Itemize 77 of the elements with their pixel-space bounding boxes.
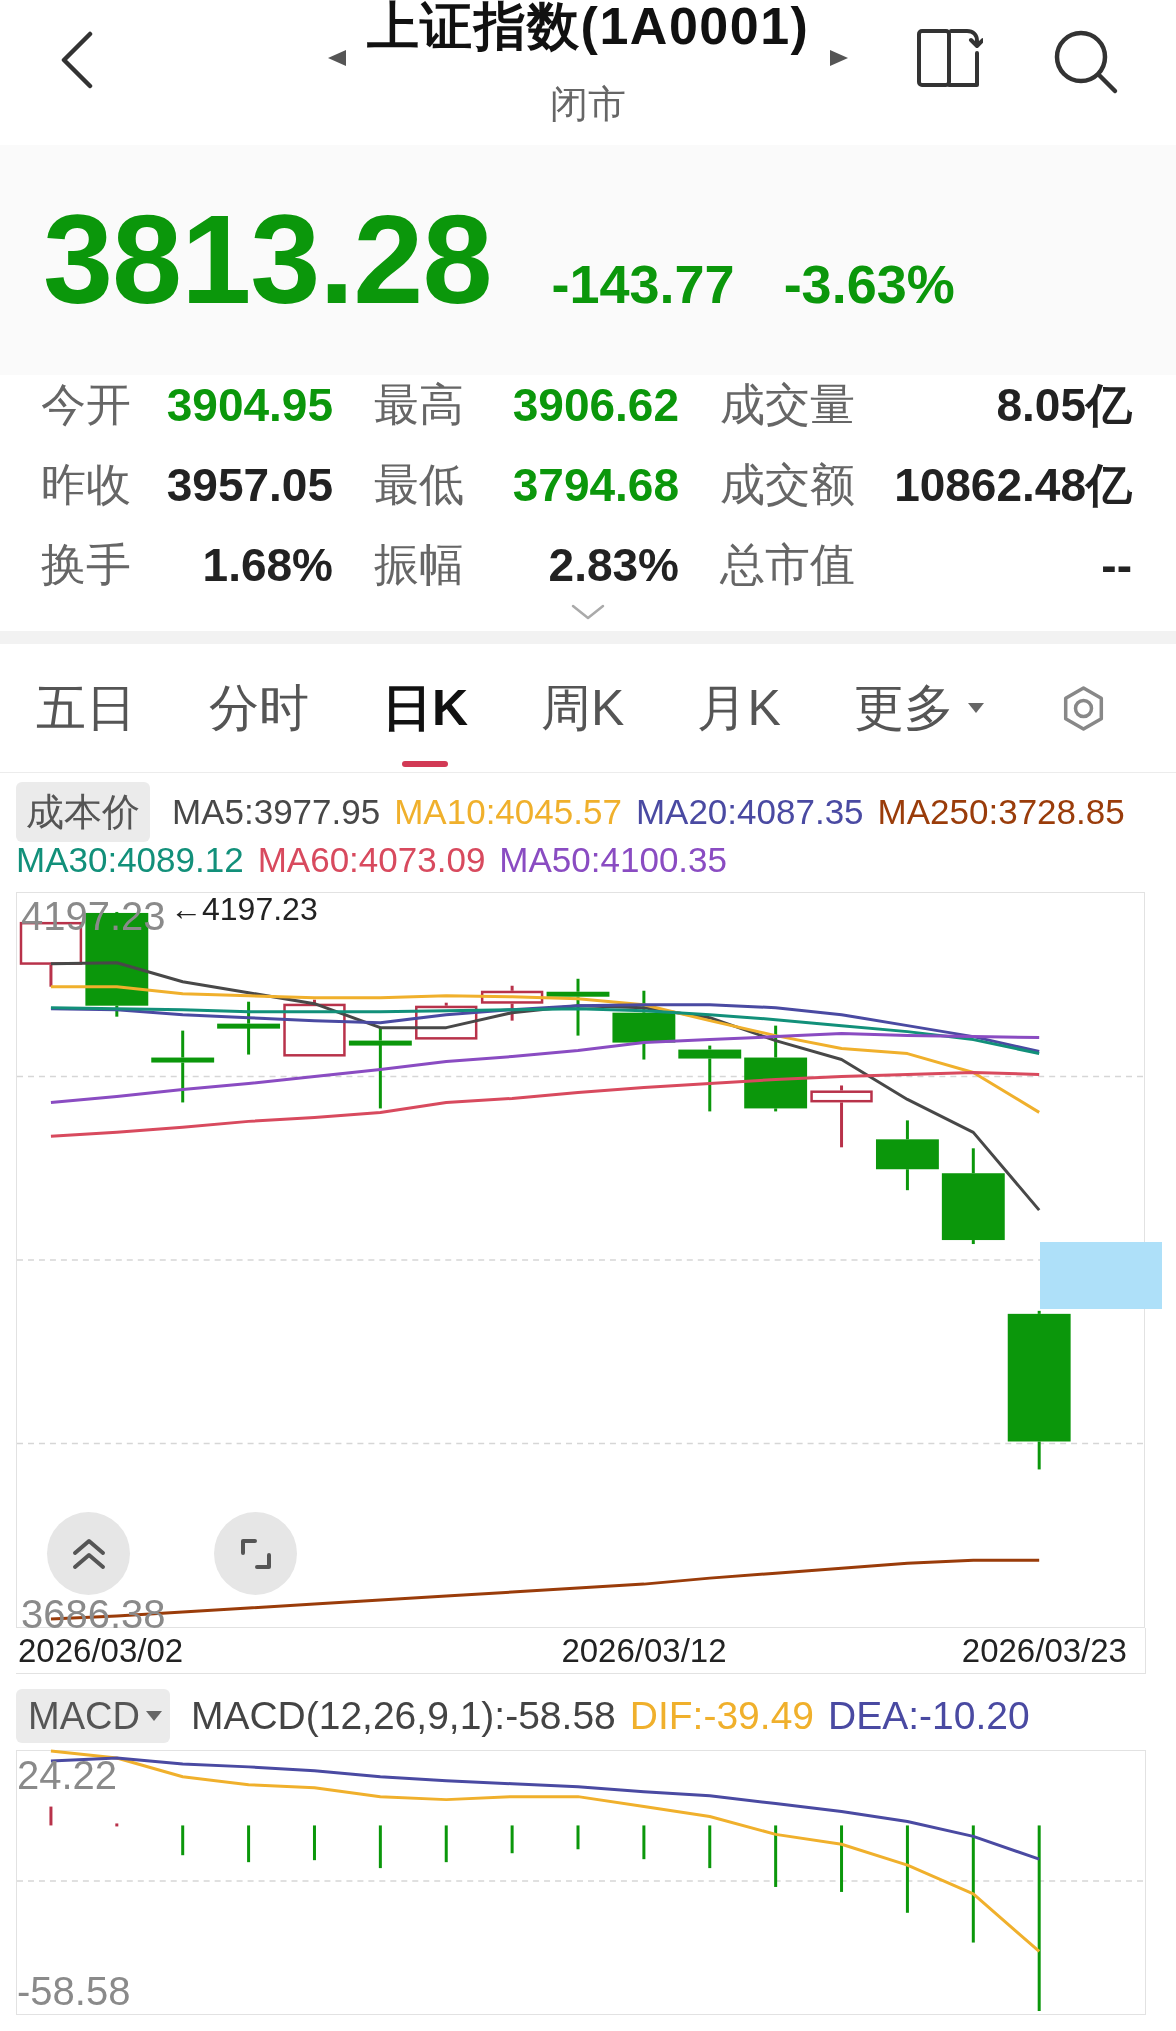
date-label: 2026/03/02 (18, 1631, 184, 1670)
stat-label: 换手 (41, 538, 131, 592)
histogram-bar (576, 1825, 580, 1850)
stat-value: 1.68% (202, 538, 333, 593)
period-tab[interactable]: 月K (697, 644, 781, 772)
stat-label: 成交额 (720, 458, 855, 512)
indicator-label: MA250:3728.85 (877, 794, 1125, 830)
candlestick (678, 1045, 742, 1112)
indicator-label: MA10:4045.57 (394, 794, 622, 830)
back-icon[interactable] (60, 31, 94, 89)
candlestick (217, 1001, 281, 1055)
double-chevron-up-icon (70, 1536, 107, 1571)
stat-value: 3957.05 (166, 458, 333, 513)
candlestick (876, 1120, 939, 1191)
candlestick (480, 985, 544, 1021)
cost-price-button[interactable]: 成本价 (16, 782, 150, 842)
stat-label: 今开 (41, 378, 131, 432)
stat-value: 3794.68 (512, 458, 679, 513)
histogram-bar (115, 1823, 119, 1827)
axis-label: -58.58 (17, 1971, 131, 2011)
corner-brackets-icon (240, 1538, 271, 1569)
period-tab[interactable]: 五日 (36, 644, 136, 772)
stat-value: 10862.48亿 (894, 458, 1132, 513)
change-percent: -3.63% (783, 253, 955, 315)
period-tab[interactable]: 更多 (853, 644, 984, 772)
stat-value: -- (1101, 538, 1132, 593)
indicator-selector[interactable]: MACD (16, 1689, 170, 1743)
histogram-bar (181, 1825, 185, 1856)
stat-label: 总市值 (720, 538, 855, 592)
histogram-bar (708, 1825, 712, 1869)
candlestick (810, 1085, 873, 1148)
period-tab[interactable]: 周K (541, 644, 625, 772)
stat-label: 振幅 (374, 538, 464, 592)
indicator-label: MA50:4100.35 (499, 842, 727, 878)
stat-label: 昨收 (41, 458, 131, 512)
indicator-label: MACD(12,26,9,1):-58.58 (190, 1694, 616, 1738)
histogram-bar (510, 1825, 514, 1854)
split-screen-icon[interactable] (917, 29, 983, 87)
stat-label: 成交量 (720, 378, 855, 432)
period-tab[interactable]: 分时 (209, 644, 309, 772)
candlestick (283, 999, 346, 1057)
right-triangle-icon[interactable] (830, 50, 849, 66)
indicator-label: MA30:4089.12 (16, 842, 244, 878)
histogram-bar (313, 1825, 316, 1861)
histogram-bar (378, 1825, 382, 1869)
stat-value: 8.05亿 (996, 378, 1132, 433)
histogram-bar (247, 1825, 251, 1863)
histogram-bar (774, 1825, 778, 1887)
market-status: 闭市 (550, 84, 626, 124)
histogram-bar (49, 1806, 53, 1826)
date-label: 2026/03/12 (561, 1631, 727, 1670)
stat-label: 最高 (374, 378, 464, 432)
histogram-bar (444, 1825, 448, 1863)
search-icon[interactable] (1053, 29, 1119, 95)
histogram-bar (840, 1825, 844, 1892)
stat-value: 2.83% (548, 538, 679, 593)
stat-label: 最低 (374, 458, 464, 512)
caret-icon (145, 1711, 162, 1721)
current-price: 3813.28 (43, 197, 492, 323)
period-tab[interactable]: 日K (382, 644, 469, 772)
histogram-bar (642, 1825, 646, 1860)
indicator-label: MA5:3977.95 (172, 794, 381, 830)
stat-value: 3906.62 (512, 378, 679, 433)
candlestick (546, 978, 610, 1036)
indicator-label: MA60:4073.09 (257, 842, 486, 878)
date-label: 2026/03/23 (961, 1631, 1127, 1670)
stat-value: 3904.95 (166, 378, 333, 433)
caret-icon (967, 703, 984, 713)
indicator-label: DEA:-10.20 (828, 1694, 1030, 1738)
axis-label: 24.22 (17, 1755, 118, 1795)
high-price-marker: ←4197.23 (170, 893, 318, 925)
candlestick (415, 1002, 478, 1040)
price-change: -143.77 (551, 253, 735, 315)
indicator-label: DIF:-39.49 (629, 1694, 814, 1738)
candlestick (612, 990, 676, 1060)
left-triangle-icon[interactable] (327, 50, 346, 66)
indicator-label: MA20:4087.35 (635, 794, 864, 830)
